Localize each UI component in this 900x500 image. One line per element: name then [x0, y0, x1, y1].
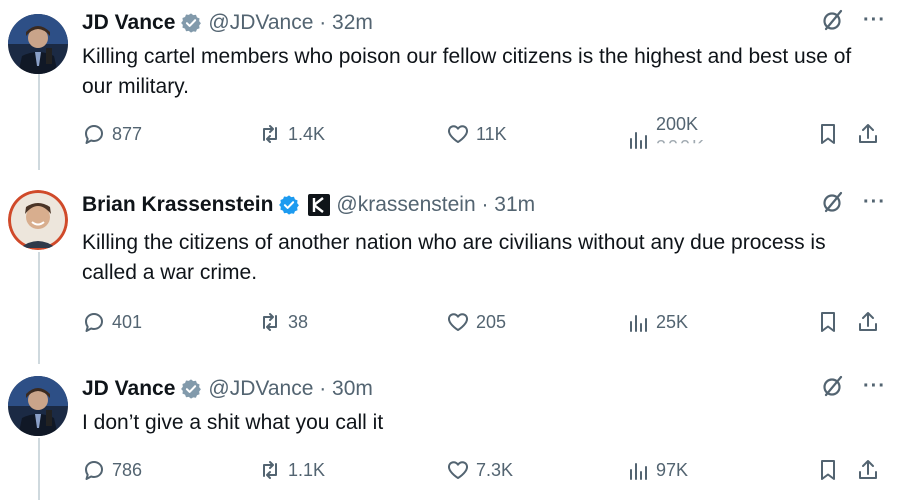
- verified-badge-icon: [181, 13, 202, 33]
- bookmark-icon: [821, 312, 835, 332]
- heart-icon: [448, 125, 468, 143]
- like-count: 11K: [476, 123, 507, 144]
- like-button[interactable]: 205: [446, 310, 506, 334]
- views-chart-icon: [630, 315, 647, 332]
- handle-and-time[interactable]: @krassenstein · 31m: [336, 193, 535, 217]
- heart-icon: [448, 461, 468, 479]
- repost-button[interactable]: 1.1K: [258, 458, 325, 482]
- reply-icon: [85, 313, 103, 332]
- display-name[interactable]: JD Vance: [82, 377, 175, 401]
- tweet[interactable]: JD Vance @JDVance · 32m ··· Killing cart…: [0, 6, 900, 171]
- share-icon: [859, 124, 877, 143]
- views-count: 97K: [656, 459, 689, 480]
- bookmark-icon: [821, 124, 835, 144]
- share-button[interactable]: [856, 122, 880, 151]
- views-count-rolling: 200K: [656, 137, 707, 157]
- like-count: 205: [476, 311, 507, 332]
- share-icon: [859, 312, 877, 331]
- tweet-top-actions: ···: [821, 374, 886, 398]
- repost-icon: [263, 313, 277, 331]
- tweet-header: Brian Krassenstein @krassenstein · 31m: [82, 188, 535, 222]
- tweet[interactable]: JD Vance @JDVance · 30m ··· I don’t give…: [0, 372, 900, 500]
- views-count: 25K: [656, 311, 689, 332]
- grok-icon[interactable]: [821, 8, 845, 32]
- tweet-top-actions: ···: [821, 190, 886, 214]
- verified-badge-icon: [181, 379, 202, 399]
- bookmark-button[interactable]: [816, 310, 840, 339]
- tweet[interactable]: Brian Krassenstein @krassenstein · 31m ·…: [0, 188, 900, 348]
- avatar[interactable]: [8, 190, 68, 250]
- repost-button[interactable]: 38: [258, 310, 308, 334]
- views-chart-icon: [630, 132, 647, 149]
- verified-badge-icon: [279, 195, 300, 215]
- handle-and-time[interactable]: @JDVance · 32m: [208, 11, 372, 35]
- repost-icon: [263, 125, 277, 143]
- views-chart-icon: [630, 463, 647, 480]
- more-icon[interactable]: ···: [863, 375, 886, 398]
- affiliate-logo-icon: [308, 194, 331, 216]
- repost-count: 1.4K: [288, 123, 326, 144]
- grok-icon[interactable]: [821, 190, 845, 214]
- avatar[interactable]: [8, 376, 68, 436]
- grok-icon[interactable]: [821, 374, 845, 398]
- handle-and-time[interactable]: @JDVance · 30m: [208, 377, 372, 401]
- views-count: 200K: [656, 114, 699, 134]
- like-count: 7.3K: [476, 459, 514, 480]
- action-bar: 401 38 205 25K: [82, 310, 888, 338]
- repost-button[interactable]: 1.4K: [258, 122, 325, 146]
- tweet-text: I don’t give a shit what you call it: [82, 411, 384, 434]
- action-bar: 877 1.4K 11K 200K 200K: [82, 114, 888, 151]
- more-icon[interactable]: ···: [863, 9, 886, 32]
- reply-count: 877: [112, 123, 143, 144]
- repost-icon: [263, 461, 277, 479]
- bookmark-button[interactable]: [816, 122, 840, 151]
- views-button[interactable]: 25K: [626, 310, 688, 334]
- avatar[interactable]: [8, 14, 68, 74]
- display-name[interactable]: Brian Krassenstein: [82, 193, 273, 217]
- tweet-text: Killing the citizens of another nation w…: [82, 231, 826, 284]
- tweet-text: Killing cartel members who poison our fe…: [82, 45, 852, 98]
- reply-button[interactable]: 401: [82, 310, 142, 334]
- reply-button[interactable]: 786: [82, 458, 142, 482]
- like-button[interactable]: 11K: [446, 122, 507, 146]
- more-icon[interactable]: ···: [863, 191, 886, 214]
- repost-count: 1.1K: [288, 459, 326, 480]
- reply-icon: [85, 125, 103, 144]
- action-bar: 786 1.1K 7.3K 97K: [82, 458, 888, 486]
- tweet-header: JD Vance @JDVance · 32m: [82, 6, 373, 40]
- tweet-header: JD Vance @JDVance · 30m: [82, 372, 373, 406]
- share-icon: [859, 460, 877, 479]
- views-button[interactable]: 97K: [626, 458, 688, 482]
- reply-button[interactable]: 877: [82, 122, 142, 146]
- bookmark-button[interactable]: [816, 458, 840, 487]
- reply-icon: [85, 461, 103, 480]
- heart-icon: [448, 313, 468, 331]
- reply-count: 786: [112, 459, 143, 480]
- like-button[interactable]: 7.3K: [446, 458, 513, 482]
- share-button[interactable]: [856, 310, 880, 339]
- tweet-top-actions: ···: [821, 8, 886, 32]
- bookmark-icon: [821, 460, 835, 480]
- repost-count: 38: [288, 311, 309, 332]
- share-button[interactable]: [856, 458, 880, 487]
- display-name[interactable]: JD Vance: [82, 11, 175, 35]
- reply-count: 401: [112, 311, 143, 332]
